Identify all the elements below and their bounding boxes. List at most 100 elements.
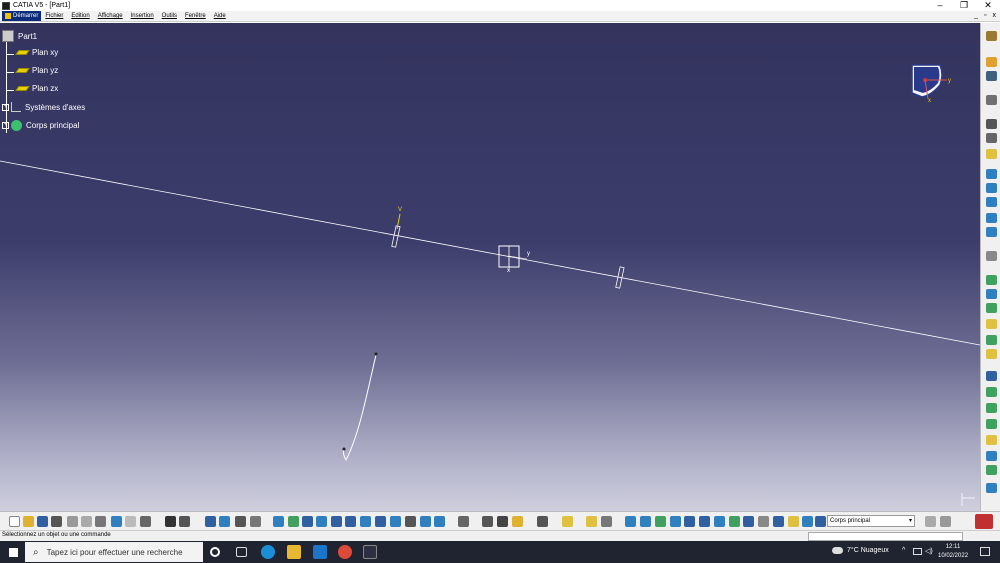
wireframe-icon[interactable] (729, 516, 740, 527)
multi-view-icon[interactable] (375, 516, 386, 527)
windows-start-icon[interactable] (9, 548, 18, 557)
tree-item-plan-zx[interactable]: Plan zx (15, 84, 58, 93)
compass-widget[interactable] (911, 64, 947, 100)
close-button[interactable]: ✕ (976, 0, 1000, 11)
plane-marker-left[interactable] (391, 213, 401, 248)
point-icon[interactable] (986, 119, 997, 129)
undo-icon[interactable] (111, 516, 122, 527)
shading-icon[interactable] (405, 516, 416, 527)
network-icon[interactable] (913, 548, 922, 555)
fit-all-icon[interactable] (288, 516, 299, 527)
tools-icon[interactable] (235, 516, 246, 527)
3d-grid-icon[interactable] (699, 516, 710, 527)
line-icon[interactable] (986, 133, 997, 143)
scan-icon[interactable] (788, 516, 799, 527)
sketch-origin-marker[interactable] (498, 245, 528, 271)
selection-icon[interactable] (773, 516, 784, 527)
update-icon[interactable] (458, 516, 469, 527)
menu-fichier[interactable]: Fichier (41, 11, 67, 21)
menu-outils[interactable]: Outils (158, 11, 181, 21)
print-icon[interactable] (51, 516, 62, 527)
table-icon[interactable] (205, 516, 216, 527)
cut-icon[interactable] (67, 516, 78, 527)
comment-icon[interactable] (179, 516, 190, 527)
paste-icon[interactable] (95, 516, 106, 527)
fly-mode-icon[interactable] (273, 516, 284, 527)
chrome-icon[interactable] (338, 545, 352, 559)
catalog-icon[interactable] (219, 516, 230, 527)
workbench-icon[interactable] (986, 31, 997, 41)
tree-item-corps-principal[interactable]: + Corps principal (2, 120, 79, 131)
task-view-icon[interactable] (236, 547, 247, 557)
constraint-icon[interactable] (986, 95, 997, 105)
measure-item-icon[interactable] (497, 516, 508, 527)
command-input[interactable] (808, 532, 963, 541)
expand-icon[interactable]: + (2, 122, 9, 129)
extrude-icon[interactable] (986, 169, 997, 179)
tree-item-systemes-axes[interactable]: + Systèmes d'axes (2, 102, 85, 112)
analysis-icon[interactable] (986, 465, 997, 475)
photo-icon[interactable] (537, 516, 548, 527)
snap-icon[interactable] (684, 516, 695, 527)
hide-show-icon[interactable] (420, 516, 431, 527)
notification-icon[interactable] (980, 547, 990, 556)
expand-icon[interactable]: + (2, 103, 9, 111)
menu-aide[interactable]: Aide (210, 11, 230, 21)
exit-sketch-icon[interactable] (986, 71, 997, 81)
cortana-icon[interactable] (210, 547, 220, 557)
sphere-icon[interactable] (986, 197, 997, 207)
affinity-icon[interactable] (986, 419, 997, 429)
window-cascade-icon[interactable] (940, 516, 951, 527)
extract-icon[interactable] (986, 335, 997, 345)
new-icon[interactable] (9, 516, 20, 527)
measure-icon[interactable] (986, 483, 997, 493)
copy-icon[interactable] (81, 516, 92, 527)
sketch-icon[interactable] (986, 57, 997, 67)
zoom-in-icon[interactable] (331, 516, 342, 527)
swap-space-icon[interactable] (434, 516, 445, 527)
filter-icon[interactable] (250, 516, 261, 527)
tree-root-part1[interactable]: Part1 (2, 30, 37, 42)
doc-close-button[interactable]: x (993, 11, 997, 21)
surface-icon[interactable] (743, 516, 754, 527)
menu-affichage[interactable]: Affichage (94, 11, 127, 21)
current-body-select[interactable]: Corps principal ▾ (827, 515, 915, 527)
store-icon[interactable] (313, 545, 327, 559)
pan-icon[interactable] (302, 516, 313, 527)
normal-view-icon[interactable] (360, 516, 371, 527)
zoom-out-icon[interactable] (345, 516, 356, 527)
revolve-icon[interactable] (986, 183, 997, 193)
construction-line[interactable] (0, 160, 980, 346)
formula-icon[interactable] (165, 516, 176, 527)
body-tool-icon[interactable] (802, 516, 813, 527)
trim-icon[interactable] (986, 303, 997, 313)
weather-widget[interactable]: 7°C Nuageux (832, 547, 889, 554)
iso-view-icon[interactable] (390, 516, 401, 527)
tree-item-plan-yz[interactable]: Plan yz (15, 66, 58, 75)
minimize-button[interactable]: – (928, 0, 952, 11)
tree-item-plan-xy[interactable]: Plan xy (15, 48, 58, 57)
save-icon[interactable] (37, 516, 48, 527)
file-explorer-icon[interactable] (287, 545, 301, 559)
catia-taskbar-icon[interactable] (363, 545, 377, 559)
start-menu-button[interactable]: Démarrer (2, 11, 42, 21)
restore-button[interactable]: ❐ (952, 0, 976, 11)
window-tile-icon[interactable] (925, 516, 936, 527)
measure-between-icon[interactable] (482, 516, 493, 527)
redo-icon[interactable] (125, 516, 136, 527)
fill-icon[interactable] (986, 251, 997, 261)
mass-icon[interactable] (512, 516, 523, 527)
open-icon[interactable] (23, 516, 34, 527)
offset-icon[interactable] (986, 275, 997, 285)
apply-material-icon[interactable] (640, 516, 651, 527)
scaling-icon[interactable] (986, 403, 997, 413)
law-icon[interactable] (986, 451, 997, 461)
cylinder-icon[interactable] (986, 213, 997, 223)
doc-minimize-button[interactable]: _ (974, 11, 978, 21)
volume-icon[interactable]: ◁) (925, 547, 933, 555)
sketch-tools-icon[interactable] (586, 516, 597, 527)
render-icon[interactable] (625, 516, 636, 527)
spline-endpoint[interactable] (374, 352, 378, 356)
sweep-icon[interactable] (986, 227, 997, 237)
spline-startpoint[interactable] (342, 447, 346, 451)
